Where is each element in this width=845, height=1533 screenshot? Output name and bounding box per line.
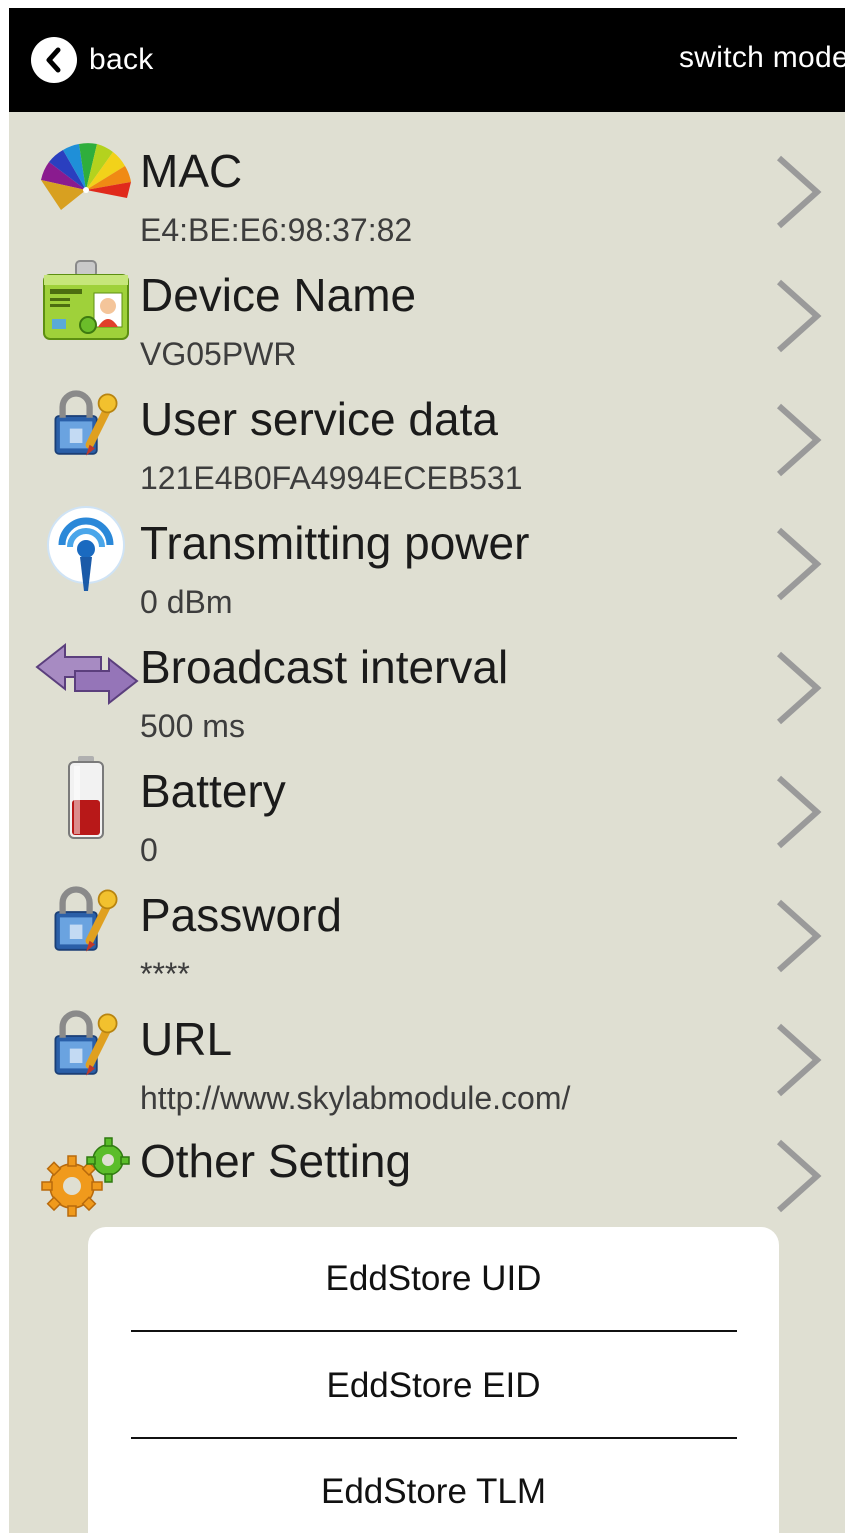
row-title: Transmitting power xyxy=(140,517,530,569)
switch-mode-button[interactable]: switch mode xyxy=(679,41,845,75)
app-screen: back switch mode MAC E4:BE:E6:98:37:82 D… xyxy=(9,8,845,1533)
divider xyxy=(131,1330,737,1332)
chevron-right-icon xyxy=(776,1139,822,1213)
setting-row-transmitting-power[interactable]: Transmitting power 0 dBm xyxy=(9,500,845,624)
setting-row-url[interactable]: URL http://www.skylabmodule.com/ xyxy=(9,996,845,1120)
setting-row-mac[interactable]: MAC E4:BE:E6:98:37:82 xyxy=(9,128,845,252)
row-title: Device Name xyxy=(140,269,417,321)
setting-row-battery[interactable]: Battery 0 xyxy=(9,748,845,872)
id-card-icon xyxy=(37,252,135,350)
back-button[interactable]: back xyxy=(31,36,154,84)
signal-tower-icon xyxy=(37,500,135,598)
battery-icon xyxy=(37,748,135,846)
row-value: 500 ms xyxy=(140,708,245,744)
lock-key-icon xyxy=(37,996,135,1094)
row-value: 0 xyxy=(140,832,158,868)
row-title: Other Setting xyxy=(140,1135,412,1187)
option-eddstore-tlm[interactable]: EddStore TLM xyxy=(88,1442,779,1533)
lock-key-icon xyxy=(37,872,135,970)
setting-row-password[interactable]: Password **** xyxy=(9,872,845,996)
row-value: 121E4B0FA4994ECEB531 xyxy=(140,460,523,496)
row-value: **** xyxy=(140,956,190,992)
row-title: MAC xyxy=(140,145,243,197)
color-fan-icon xyxy=(37,128,135,226)
chevron-right-icon xyxy=(776,651,822,725)
divider xyxy=(131,1437,737,1439)
chevron-right-icon xyxy=(776,403,822,477)
row-title: Password xyxy=(140,889,342,941)
gears-icon xyxy=(37,1128,135,1226)
back-label: back xyxy=(89,43,154,76)
chevron-right-icon xyxy=(776,279,822,353)
setting-row-user-service-data[interactable]: User service data 121E4B0FA4994ECEB531 xyxy=(9,376,845,500)
chevron-right-icon xyxy=(776,527,822,601)
lock-key-icon xyxy=(37,376,135,474)
setting-row-other-setting[interactable]: Other Setting xyxy=(9,1118,845,1242)
chevron-right-icon xyxy=(776,899,822,973)
back-arrow-icon xyxy=(31,37,77,83)
top-bar: back switch mode xyxy=(9,8,845,112)
mode-popup-menu: EddStore UID EddStore EID EddStore TLM xyxy=(88,1227,779,1533)
row-value: 0 dBm xyxy=(140,584,233,620)
row-title: Battery xyxy=(140,765,286,817)
option-eddstore-eid[interactable]: EddStore EID xyxy=(88,1336,779,1436)
row-value: VG05PWR xyxy=(140,336,297,372)
row-value: E4:BE:E6:98:37:82 xyxy=(140,212,413,248)
row-title: User service data xyxy=(140,393,498,445)
setting-row-device-name[interactable]: Device Name VG05PWR xyxy=(9,252,845,376)
row-title: URL xyxy=(140,1013,233,1065)
double-arrow-icon xyxy=(35,624,139,722)
row-title: Broadcast interval xyxy=(140,641,509,693)
chevron-right-icon xyxy=(776,155,822,229)
chevron-right-icon xyxy=(776,1023,822,1097)
setting-row-broadcast-interval[interactable]: Broadcast interval 500 ms xyxy=(9,624,845,748)
chevron-right-icon xyxy=(776,775,822,849)
option-eddstore-uid[interactable]: EddStore UID xyxy=(88,1229,779,1329)
row-value: http://www.skylabmodule.com/ xyxy=(140,1080,571,1116)
